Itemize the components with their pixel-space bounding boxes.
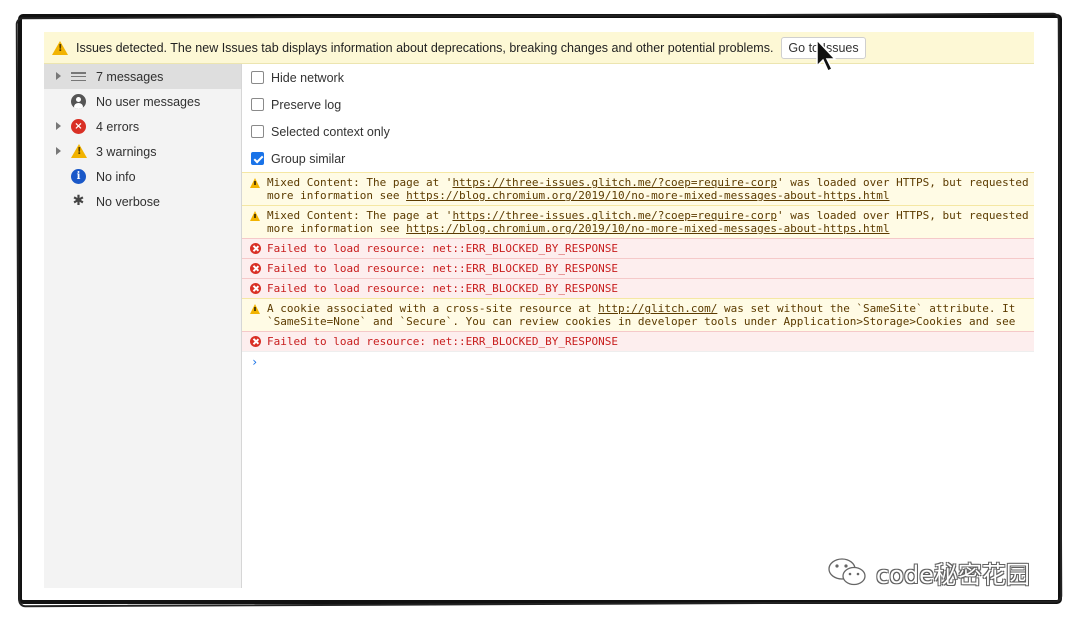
message-text: Failed to load resource: net::ERR_BLOCKE…	[267, 335, 618, 348]
message-line: A cookie associated with a cross-site re…	[267, 302, 1016, 315]
watermark: code秘密花园	[826, 556, 1030, 589]
sidebar-item-label: 7 messages	[96, 70, 164, 84]
warning-icon	[52, 40, 68, 55]
user-icon	[71, 94, 86, 109]
list-icon	[71, 72, 86, 81]
sidebar-item-info[interactable]: i No info	[44, 164, 241, 189]
sidebar-item-warnings[interactable]: 3 warnings	[44, 139, 241, 164]
group-similar-checkbox[interactable]	[251, 152, 264, 165]
sidebar-item-label: 3 warnings	[96, 145, 157, 159]
message-link[interactable]: https://blog.chromium.org/2019/10/no-mor…	[406, 222, 889, 235]
error-icon	[250, 336, 261, 347]
console-message-error[interactable]: Failed to load resource: net::ERR_BLOCKE…	[242, 238, 1034, 258]
message-line: `SameSite=None` and `Secure`. You can re…	[267, 315, 1016, 328]
bug-icon: ✱	[72, 193, 85, 209]
sidebar-item-verbose[interactable]: ✱ No verbose	[44, 189, 241, 214]
hide-network-option[interactable]: Hide network	[242, 64, 1034, 91]
sidebar-item-user-messages[interactable]: No user messages	[44, 89, 241, 114]
message-line: Mixed Content: The page at 'https://thre…	[267, 209, 1029, 222]
option-label: Group similar	[271, 151, 346, 166]
message-link[interactable]: https://three-issues.glitch.me/?coep=req…	[452, 209, 777, 222]
console-prompt[interactable]: ›	[242, 351, 1034, 372]
warning-icon	[71, 144, 87, 158]
message-text: Failed to load resource: net::ERR_BLOCKE…	[267, 282, 618, 295]
warning-icon	[250, 178, 260, 188]
console-sidebar: 7 messages No user messages × 4 errors 3…	[44, 64, 242, 588]
option-label: Preserve log	[271, 97, 342, 112]
issues-banner: Issues detected. The new Issues tab disp…	[44, 32, 1034, 64]
error-icon	[250, 243, 261, 254]
option-label: Hide network	[271, 70, 344, 85]
watermark-text: code秘密花园	[876, 560, 1030, 589]
hide-network-checkbox[interactable]	[251, 71, 264, 84]
console-message-warning[interactable]: Mixed Content: The page at 'https://thre…	[242, 172, 1034, 205]
console-message-error[interactable]: Failed to load resource: net::ERR_BLOCKE…	[242, 331, 1034, 351]
preserve-log-checkbox[interactable]	[251, 98, 264, 111]
sidebar-item-label: No info	[96, 170, 136, 184]
console-message-warning[interactable]: Mixed Content: The page at 'https://thre…	[242, 205, 1034, 238]
message-link[interactable]: https://three-issues.glitch.me/?coep=req…	[452, 176, 777, 189]
error-icon	[250, 283, 261, 294]
selected-context-option[interactable]: Selected context only	[242, 118, 1034, 145]
console-message-error[interactable]: Failed to load resource: net::ERR_BLOCKE…	[242, 278, 1034, 298]
message-line: Mixed Content: The page at 'https://thre…	[267, 176, 1029, 189]
expand-arrow-icon[interactable]	[56, 72, 61, 80]
sidebar-item-label: No verbose	[96, 195, 160, 209]
console-main: Hide network Preserve log Selected conte…	[242, 64, 1034, 588]
message-line: more information see https://blog.chromi…	[267, 189, 890, 202]
banner-text: Issues detected. The new Issues tab disp…	[76, 40, 774, 55]
prompt-chevron-icon: ›	[251, 355, 259, 369]
sidebar-item-label: 4 errors	[96, 120, 140, 134]
error-icon	[250, 263, 261, 274]
expand-arrow-icon[interactable]	[56, 147, 61, 155]
warning-icon	[250, 304, 260, 314]
sidebar-item-label: No user messages	[96, 95, 201, 109]
warning-icon	[250, 211, 260, 221]
sidebar-item-messages[interactable]: 7 messages	[44, 64, 241, 89]
selected-context-checkbox[interactable]	[251, 125, 264, 138]
message-line: more information see https://blog.chromi…	[267, 222, 890, 235]
console-message-error[interactable]: Failed to load resource: net::ERR_BLOCKE…	[242, 258, 1034, 278]
expand-arrow-icon[interactable]	[56, 122, 61, 130]
wechat-logo-icon	[828, 558, 866, 586]
message-link[interactable]: https://blog.chromium.org/2019/10/no-mor…	[406, 189, 889, 202]
group-similar-option[interactable]: Group similar	[242, 145, 1034, 172]
preserve-log-option[interactable]: Preserve log	[242, 91, 1034, 118]
devtools-console-panel: Issues detected. The new Issues tab disp…	[44, 32, 1034, 588]
console-messages: Mixed Content: The page at 'https://thre…	[242, 172, 1034, 372]
message-text: Failed to load resource: net::ERR_BLOCKE…	[267, 242, 618, 255]
sidebar-item-errors[interactable]: × 4 errors	[44, 114, 241, 139]
message-text: Failed to load resource: net::ERR_BLOCKE…	[267, 262, 618, 275]
console-message-warning[interactable]: A cookie associated with a cross-site re…	[242, 298, 1034, 331]
mouse-cursor-icon	[816, 38, 837, 73]
message-link[interactable]: http://glitch.com/	[598, 302, 717, 315]
option-label: Selected context only	[271, 124, 390, 139]
info-icon: i	[71, 169, 86, 184]
error-icon: ×	[71, 119, 86, 134]
